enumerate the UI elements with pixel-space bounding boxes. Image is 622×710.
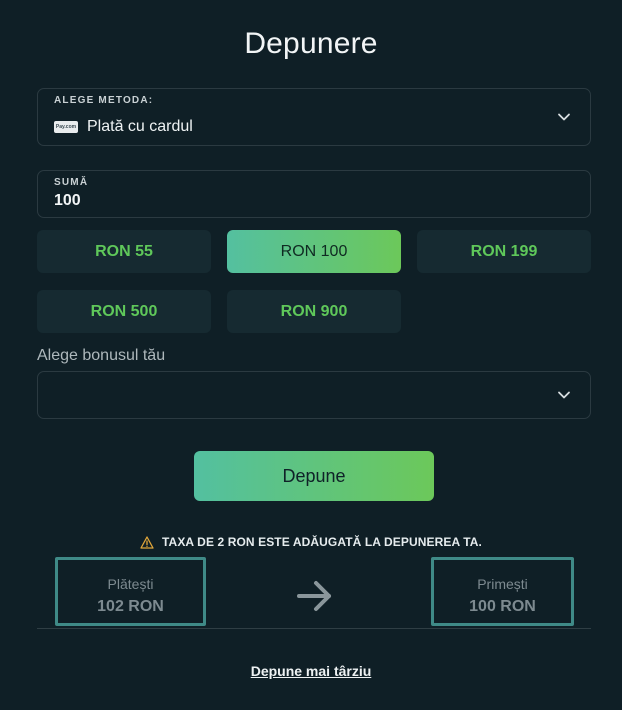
deposit-later-link[interactable]: Depune mai târziu: [0, 663, 622, 679]
receive-value: 100 RON: [469, 598, 536, 615]
payment-method-value: Plată cu cardul: [87, 118, 193, 135]
preset-ron-100-button[interactable]: RON 100: [227, 230, 401, 273]
bonus-select[interactable]: [37, 371, 591, 419]
chevron-down-icon: [558, 391, 570, 399]
payment-method-select[interactable]: ALEGE METODA: Pay.com Plată cu cardul: [37, 88, 591, 146]
card-payment-icon: Pay.com: [54, 121, 78, 133]
payment-method-label: ALEGE METODA:: [54, 95, 154, 106]
divider: [37, 628, 591, 629]
pay-label: Plătești: [107, 576, 154, 592]
fee-notice-text: TAXA DE 2 RON ESTE ADĂUGATĂ LA DEPUNEREA…: [162, 535, 482, 549]
page-title: Depunere: [244, 27, 378, 60]
receive-summary-box: Primești 100 RON: [431, 557, 574, 626]
receive-label: Primești: [477, 576, 528, 592]
payment-method-value-row: Pay.com Plată cu cardul: [54, 118, 193, 136]
amount-input-value[interactable]: 100: [54, 192, 81, 210]
preset-ron-900-button[interactable]: RON 900: [227, 290, 401, 333]
preset-ron-500-button[interactable]: RON 500: [37, 290, 211, 333]
amount-label: SUMĂ: [54, 177, 89, 188]
warning-icon: [140, 535, 154, 549]
preset-ron-55-button[interactable]: RON 55: [37, 230, 211, 273]
amount-field[interactable]: SUMĂ 100: [37, 170, 591, 218]
bonus-label: Alege bonusul tău: [37, 347, 166, 364]
fee-notice: TAXA DE 2 RON ESTE ADĂUGATĂ LA DEPUNEREA…: [0, 535, 622, 549]
chevron-down-icon: [558, 113, 570, 121]
pay-value: 102 RON: [97, 598, 164, 615]
pay-summary-box: Plătești 102 RON: [55, 557, 206, 626]
arrow-right-icon: [297, 581, 331, 611]
preset-ron-199-button[interactable]: RON 199: [417, 230, 591, 273]
deposit-button[interactable]: Depune: [194, 451, 434, 501]
